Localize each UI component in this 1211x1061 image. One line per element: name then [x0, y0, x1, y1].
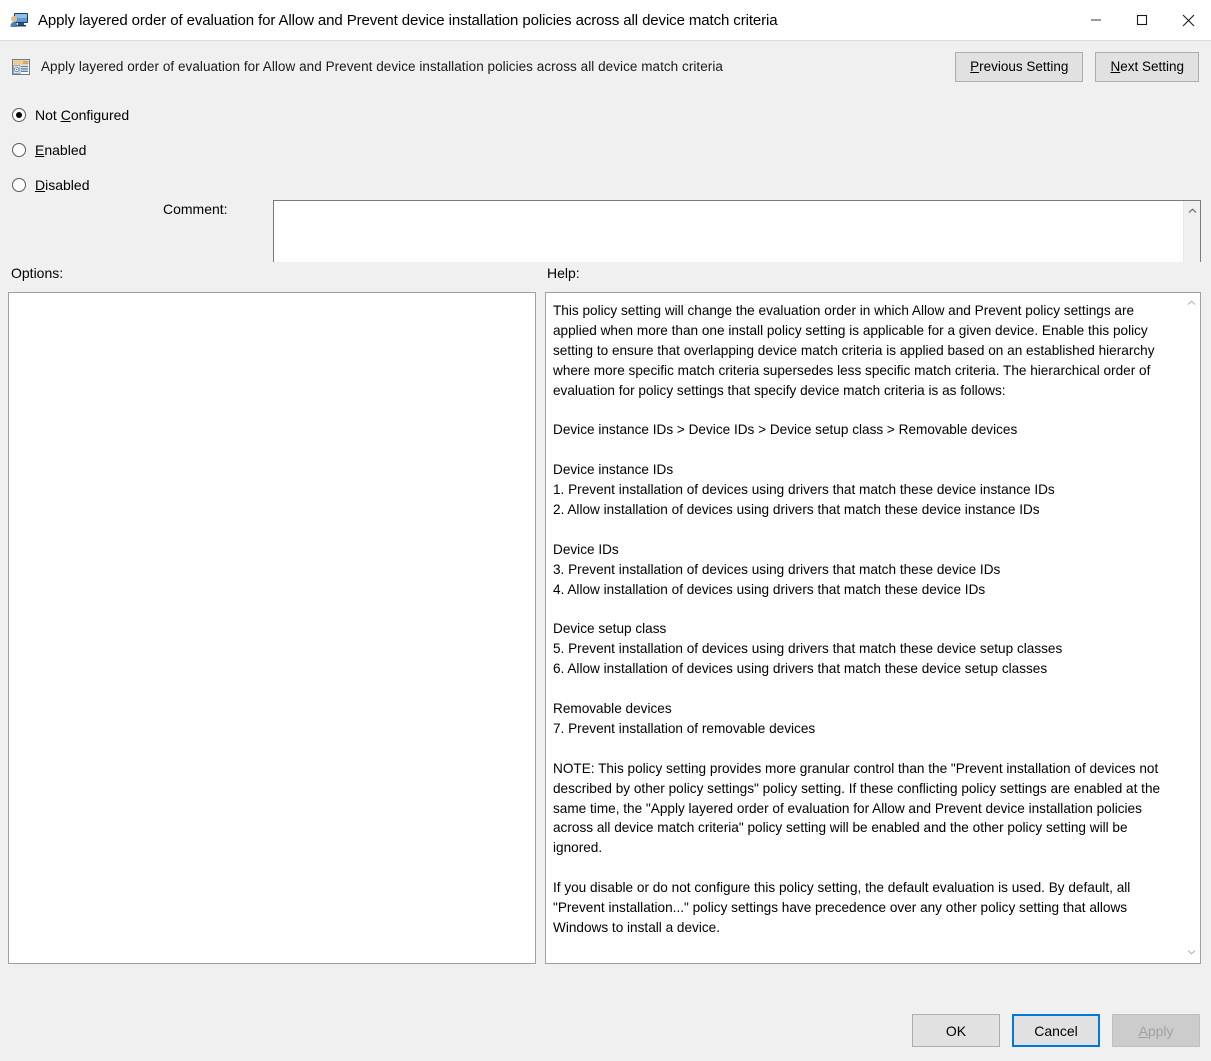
- setting-header: Apply layered order of evaluation for Al…: [0, 41, 1211, 92]
- close-icon[interactable]: [1165, 0, 1211, 41]
- maximize-icon[interactable]: [1119, 0, 1165, 41]
- help-group-4-item-1: 7. Prevent installation of removable dev…: [553, 720, 816, 736]
- help-final-paragraph: If you disable or do not configure this …: [553, 880, 1131, 935]
- radio-disabled[interactable]: Disabled: [12, 172, 162, 198]
- radio-not-configured[interactable]: Not Configured: [12, 102, 162, 128]
- ok-button[interactable]: OK: [912, 1014, 1000, 1047]
- radio-not-configured-mark[interactable]: [12, 108, 26, 122]
- policy-window-icon: [9, 10, 29, 30]
- radio-disabled-label: Disabled: [35, 177, 90, 193]
- radio-enabled-label: Enabled: [35, 142, 87, 158]
- radio-enabled-mark[interactable]: [12, 143, 26, 157]
- panel-labels: Options: Help:: [0, 262, 1211, 292]
- dialog-footer: OK Cancel Apply: [0, 1000, 1211, 1061]
- help-spacer: [553, 401, 1173, 421]
- help-group-2-title: Device IDs: [553, 541, 619, 557]
- help-group-4-title: Removable devices: [553, 701, 672, 717]
- title-bar: Apply layered order of evaluation for Al…: [0, 0, 1211, 41]
- caption-buttons: [1073, 0, 1211, 41]
- group-policy-setting-icon: [11, 57, 31, 77]
- radio-enabled[interactable]: Enabled: [12, 137, 162, 163]
- help-scrollbar[interactable]: [1183, 293, 1200, 963]
- help-note-paragraph: NOTE: This policy setting provides more …: [553, 760, 1161, 856]
- comment-label: Comment:: [163, 201, 228, 217]
- apply-button: Apply: [1112, 1014, 1200, 1047]
- options-label: Options:: [11, 265, 64, 281]
- options-panel[interactable]: [8, 292, 536, 964]
- help-group-3-item-2: 6. Allow installation of devices using d…: [553, 661, 1048, 677]
- radio-not-configured-label: Not Configured: [35, 107, 130, 123]
- help-hierarchy-line: Device instance IDs > Device IDs > Devic…: [553, 422, 1018, 438]
- help-paragraph-1: This policy setting will change the eval…: [553, 303, 1155, 398]
- previous-setting-button[interactable]: Previous Setting: [955, 51, 1084, 82]
- help-spacer: [553, 440, 1173, 460]
- next-setting-label: Next Setting: [1110, 59, 1184, 74]
- help-spacer: [553, 679, 1173, 699]
- window-title: Apply layered order of evaluation for Al…: [38, 11, 778, 29]
- radio-disabled-mark[interactable]: [12, 178, 26, 192]
- help-label: Help:: [547, 265, 580, 281]
- help-group-3-title: Device setup class: [553, 621, 667, 637]
- next-setting-button[interactable]: Next Setting: [1095, 51, 1199, 82]
- help-group-1-title: Device instance IDs: [553, 462, 674, 478]
- setting-title: Apply layered order of evaluation for Al…: [41, 59, 723, 74]
- state-radio-group: Not Configured Enabled Disabled: [12, 102, 162, 207]
- help-group-2-item-1: 3. Prevent installation of devices using…: [553, 561, 1001, 577]
- scroll-up-icon[interactable]: [1183, 296, 1200, 310]
- cancel-button[interactable]: Cancel: [1012, 1014, 1100, 1047]
- apply-label: Apply: [1138, 1022, 1174, 1039]
- help-group-1-item-1: 1. Prevent installation of devices using…: [553, 482, 1055, 498]
- previous-setting-label: Previous Setting: [970, 59, 1069, 74]
- nav-buttons: Previous Setting Next Setting: [955, 51, 1199, 82]
- help-spacer: [553, 520, 1173, 540]
- help-group-2-item-2: 4. Allow installation of devices using d…: [553, 581, 986, 597]
- configuration-area: Not Configured Enabled Disabled Comment:: [0, 92, 1211, 357]
- minimize-icon[interactable]: [1073, 0, 1119, 41]
- help-text: This policy setting will change the eval…: [546, 293, 1183, 963]
- help-spacer: [553, 739, 1173, 759]
- panels-area: This policy setting will change the eval…: [0, 292, 1211, 1000]
- policy-setting-dialog: Apply layered order of evaluation for Al…: [0, 0, 1211, 1061]
- help-panel: This policy setting will change the eval…: [545, 292, 1201, 964]
- help-group-1-item-2: 2. Allow installation of devices using d…: [553, 502, 1040, 518]
- help-spacer: [553, 600, 1173, 620]
- help-group-3-item-1: 5. Prevent installation of devices using…: [553, 641, 1063, 657]
- help-spacer: [553, 858, 1173, 878]
- scroll-up-icon[interactable]: [1184, 204, 1201, 218]
- scroll-down-icon[interactable]: [1183, 945, 1200, 959]
